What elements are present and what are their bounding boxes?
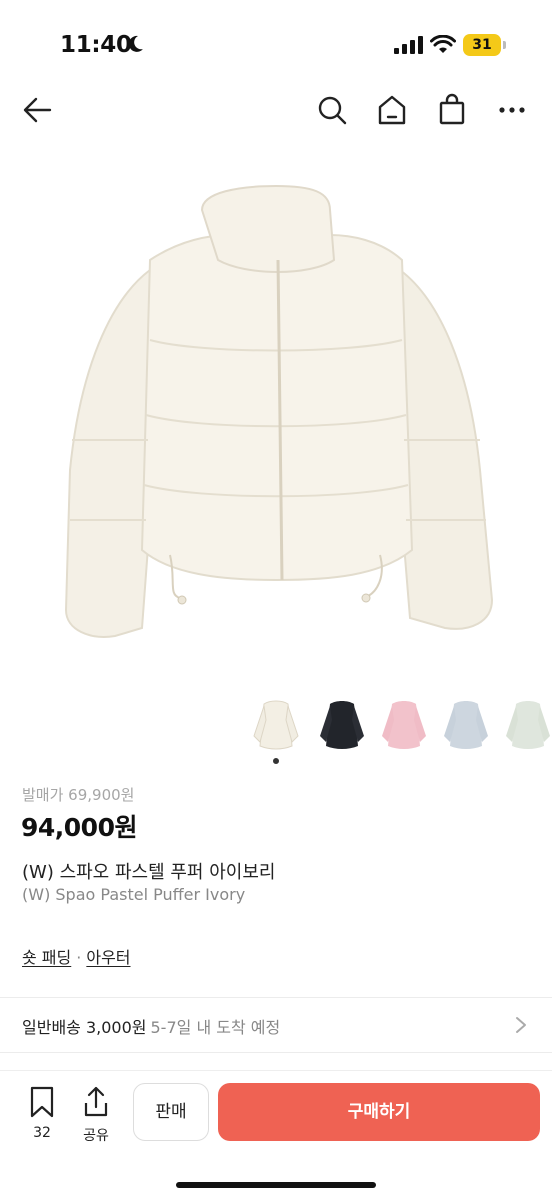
- shipping-estimate: 5-7일 내 도착 예정: [150, 1018, 281, 1037]
- product-name-ko: (W) 스파오 파스텔 푸퍼 아이보리: [22, 862, 276, 883]
- wifi-icon: [430, 35, 456, 53]
- swatch-ivory[interactable]: [250, 696, 302, 752]
- buy-button[interactable]: 구매하기: [218, 1083, 540, 1141]
- swatch-pink[interactable]: [378, 696, 430, 752]
- moon-icon: [128, 35, 143, 52]
- shopping-bag-icon[interactable]: [434, 92, 470, 128]
- status-time: 11:40: [60, 32, 132, 58]
- status-bar: 11:40 31: [0, 0, 552, 80]
- color-swatches: [0, 696, 552, 766]
- share-label: 공유: [83, 1128, 109, 1144]
- category-link-outer[interactable]: 아우터: [86, 948, 130, 967]
- category-separator: ·: [76, 948, 82, 967]
- price: 94,000원: [21, 813, 137, 842]
- home-indicator: [176, 1182, 376, 1188]
- home-icon[interactable]: [374, 92, 410, 128]
- product-name-en: (W) Spao Pastel Puffer Ivory: [22, 885, 246, 904]
- puffer-jacket-image[interactable]: [0, 140, 552, 690]
- bookmark-icon: [30, 1086, 54, 1118]
- swatch-blue[interactable]: [440, 696, 492, 752]
- top-nav: [0, 80, 552, 140]
- category-link-short-padding[interactable]: 숏 패딩: [22, 948, 71, 967]
- back-arrow-icon[interactable]: [20, 92, 56, 128]
- sell-button[interactable]: 판매: [133, 1083, 209, 1141]
- share-icon: [84, 1086, 108, 1117]
- bookmark-button[interactable]: 32: [22, 1085, 62, 1145]
- shipping-row[interactable]: 일반배송 3,000원 5-7일 내 도착 예정: [0, 998, 552, 1052]
- swatch-mint[interactable]: [502, 696, 552, 752]
- shipping-info: 일반배송 3,000원 5-7일 내 도착 예정: [22, 1014, 280, 1038]
- search-icon[interactable]: [314, 92, 350, 128]
- battery-icon: 31: [463, 34, 501, 56]
- battery-nub: [503, 41, 506, 49]
- battery-level: 31: [472, 37, 492, 53]
- release-price: 발매가 69,900원: [22, 786, 135, 804]
- shipping-type: 일반배송 3,000원: [22, 1018, 147, 1037]
- category-breadcrumb: 숏 패딩 · 아우터: [22, 944, 131, 968]
- more-icon[interactable]: [494, 92, 530, 128]
- image-page-indicator: [273, 758, 279, 764]
- bottom-action-bar: 32 공유 판매 구매하기: [0, 1070, 552, 1200]
- chevron-right-icon: [516, 1017, 526, 1033]
- signal-icon: [394, 36, 423, 54]
- share-button[interactable]: 공유: [76, 1085, 116, 1145]
- swatch-black[interactable]: [316, 696, 368, 752]
- bookmark-count: 32: [33, 1125, 51, 1141]
- divider: [0, 1052, 552, 1053]
